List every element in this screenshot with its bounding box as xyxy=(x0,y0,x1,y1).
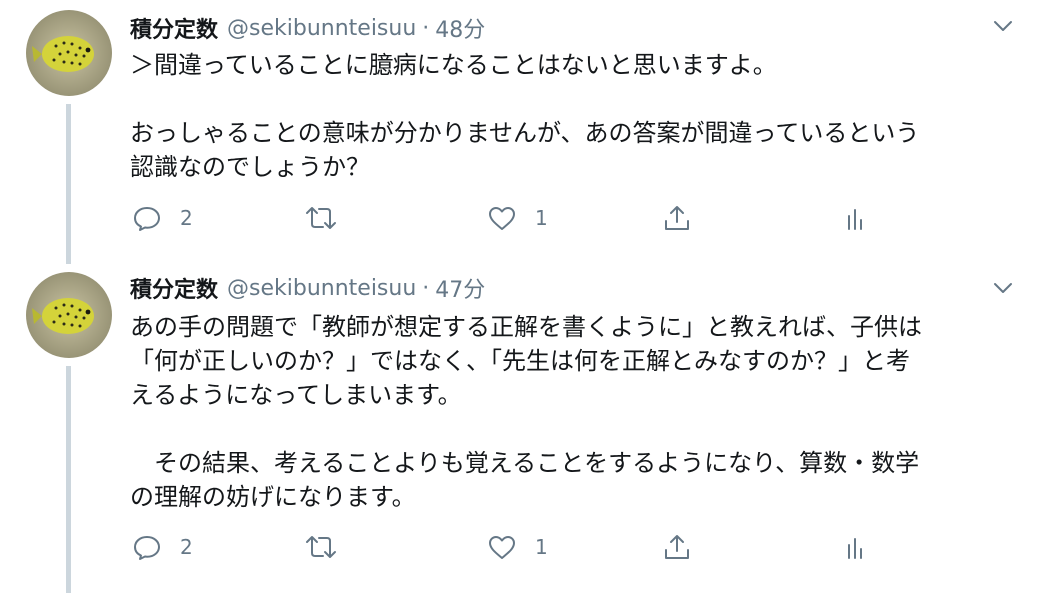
tweet-menu-button[interactable] xyxy=(988,276,1018,300)
tweet-text: あの手の問題で「教師が想定する正解を書くように」と教えれば、子供は 「何が正しい… xyxy=(130,310,1010,514)
timestamp[interactable]: 47分 xyxy=(435,272,485,304)
like-button[interactable]: 1 xyxy=(487,529,548,565)
tweet[interactable]: 積分定数 @sekibunnteisuu · 48分 ＞間違っていることに臆病に… xyxy=(0,0,1053,264)
like-count: 1 xyxy=(535,206,548,230)
thread-connector xyxy=(66,366,71,593)
tweet-text: ＞間違っていることに臆病になることはないと思いますよ。 おっしゃることの意味が分… xyxy=(130,48,1010,184)
comment-icon xyxy=(134,207,160,231)
tweet-text-line: 「何が正しいのか？」ではなく、「先生は何を正解とみなすのか？」と考 xyxy=(130,347,910,375)
user-handle[interactable]: @sekibunnteisuu xyxy=(227,276,416,301)
chevron-down-icon xyxy=(994,21,1012,31)
tweet-text-line: その結果、考えることよりも覚えることをするようになり、算数・数学 xyxy=(130,449,920,477)
analytics-button[interactable] xyxy=(843,200,867,236)
share-icon xyxy=(665,206,689,230)
pufferfish-avatar-icon xyxy=(26,272,112,358)
like-button[interactable]: 1 xyxy=(487,200,548,236)
heart-icon xyxy=(489,536,515,559)
analytics-icon xyxy=(848,209,862,230)
display-name[interactable]: 積分定数 xyxy=(130,272,218,304)
tweet-text-line: えるようになってしまいます。 xyxy=(130,381,462,409)
reply-count: 2 xyxy=(180,535,193,559)
tweet-actions: 2 1 xyxy=(130,529,890,565)
share-icon xyxy=(665,535,689,559)
reply-button[interactable]: 2 xyxy=(132,529,193,565)
separator-dot: · xyxy=(422,15,430,41)
tweet-header: 積分定数 @sekibunnteisuu · 48分 xyxy=(130,12,485,44)
comment-icon xyxy=(134,536,160,560)
tweet-menu-button[interactable] xyxy=(988,14,1018,38)
like-count: 1 xyxy=(535,535,548,559)
reply-button[interactable]: 2 xyxy=(132,200,193,236)
tweet-text-line xyxy=(130,82,1010,116)
avatar[interactable] xyxy=(26,272,112,358)
analytics-button[interactable] xyxy=(843,529,867,565)
pufferfish-avatar-icon xyxy=(26,10,112,96)
display-name[interactable]: 積分定数 xyxy=(130,12,218,44)
tweet-actions: 2 1 xyxy=(130,200,890,236)
tweet-header: 積分定数 @sekibunnteisuu · 47分 xyxy=(130,272,485,304)
tweet[interactable]: 積分定数 @sekibunnteisuu · 47分 あの手の問題で「教師が想定… xyxy=(0,264,1053,593)
tweet-text-line: の理解の妨げになります。 xyxy=(130,483,416,511)
avatar[interactable] xyxy=(26,10,112,96)
tweet-text-line: ＞間違っていることに臆病になることはないと思いますよ。 xyxy=(130,51,777,79)
retweet-icon xyxy=(306,536,336,558)
user-handle[interactable]: @sekibunnteisuu xyxy=(227,16,416,41)
tweet-text-line: あの手の問題で「教師が想定する正解を書くように」と教えれば、子供は xyxy=(130,313,922,341)
separator-dot: · xyxy=(422,275,430,301)
retweet-button[interactable] xyxy=(303,529,357,565)
tweet-text-line: おっしゃることの意味が分かりませんが、あの答案が間違っているという xyxy=(130,119,920,147)
tweet-text-line: 認識なのでしょうか？ xyxy=(130,153,370,181)
share-button[interactable] xyxy=(662,200,692,236)
heart-icon xyxy=(489,207,515,230)
share-button[interactable] xyxy=(662,529,692,565)
thread-connector xyxy=(66,104,71,264)
analytics-icon xyxy=(848,538,862,559)
retweet-icon xyxy=(306,207,336,229)
timestamp[interactable]: 48分 xyxy=(435,12,485,44)
retweet-button[interactable] xyxy=(303,200,357,236)
tweet-text-line xyxy=(130,412,1010,446)
chevron-down-icon xyxy=(994,283,1012,293)
reply-count: 2 xyxy=(180,206,193,230)
tweet-thread: 積分定数 @sekibunnteisuu · 48分 ＞間違っていることに臆病に… xyxy=(0,0,1053,593)
